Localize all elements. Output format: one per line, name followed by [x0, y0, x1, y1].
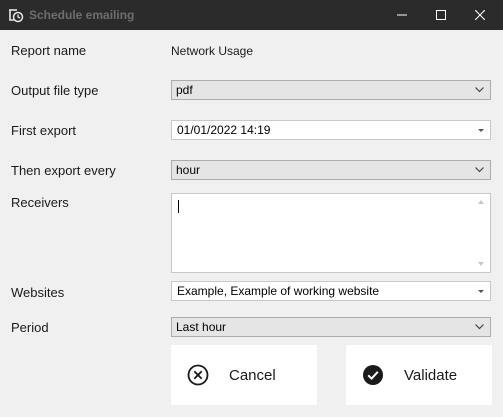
period-value: Last hour — [176, 320, 227, 334]
then-export-every-value: hour — [176, 163, 201, 177]
chevron-down-icon — [475, 167, 484, 173]
text-caret — [178, 200, 179, 213]
chevron-down-icon — [475, 87, 484, 93]
close-button[interactable] — [457, 0, 503, 30]
then-export-every-label: Then export every — [11, 163, 116, 178]
then-export-every-select[interactable]: hour — [171, 160, 491, 180]
first-export-value: 01/01/2022 14:19 — [177, 123, 271, 137]
maximize-icon — [436, 10, 446, 20]
receivers-textarea[interactable] — [171, 193, 491, 273]
period-label: Period — [11, 320, 49, 335]
period-select[interactable]: Last hour — [171, 317, 491, 337]
cancel-circle-x-icon — [187, 364, 209, 386]
check-circle-icon — [363, 365, 383, 385]
scroll-down-arrow-icon[interactable] — [478, 262, 484, 266]
output-file-type-label: Output file type — [11, 83, 99, 98]
websites-label: Websites — [11, 285, 65, 300]
cancel-button[interactable]: Cancel — [171, 345, 317, 405]
minimize-icon — [397, 14, 407, 16]
output-file-type-value: pdf — [176, 83, 193, 97]
validate-button[interactable]: Validate — [346, 345, 492, 405]
dropdown-arrow-icon[interactable] — [478, 290, 484, 293]
output-file-type-select[interactable]: pdf — [171, 80, 491, 100]
window-title: Schedule emailing — [29, 8, 135, 22]
dropdown-arrow-icon[interactable] — [478, 129, 484, 132]
schedule-clock-icon — [9, 9, 24, 23]
report-name-value: Network Usage — [171, 44, 254, 58]
report-name-label: Report name — [11, 43, 87, 58]
validate-button-label: Validate — [404, 367, 458, 384]
first-export-label: First export — [11, 123, 77, 138]
scroll-up-arrow-icon[interactable] — [478, 200, 484, 204]
cancel-button-label: Cancel — [229, 367, 276, 384]
title-bar: Schedule emailing — [0, 0, 503, 30]
receivers-label: Receivers — [11, 195, 69, 210]
close-icon — [475, 10, 485, 20]
websites-value: Example, Example of working website — [177, 284, 380, 298]
chevron-down-icon — [475, 324, 484, 330]
websites-select[interactable]: Example, Example of working website — [171, 281, 491, 301]
first-export-datetime-picker[interactable]: 01/01/2022 14:19 — [171, 120, 491, 140]
